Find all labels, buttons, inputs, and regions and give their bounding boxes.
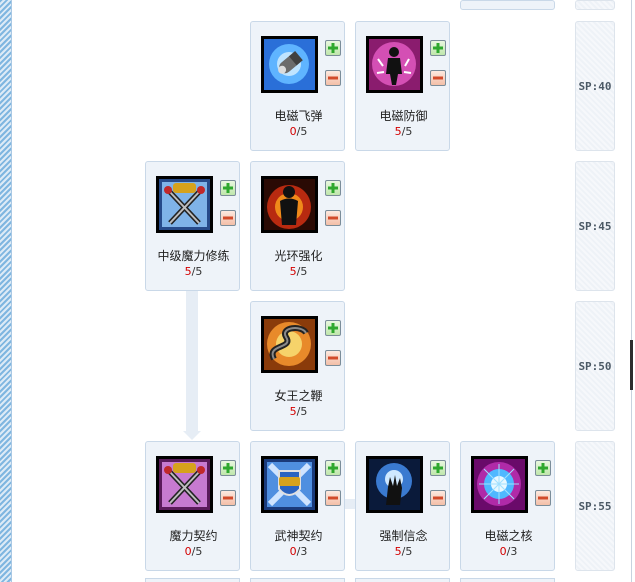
scroll-indicator <box>630 340 633 390</box>
remove-level-button[interactable] <box>325 70 341 86</box>
pow-crossed-staffs-icon[interactable] <box>156 176 213 233</box>
skill-card-partial <box>460 0 555 10</box>
skill-name: 强制信念 <box>379 529 428 543</box>
skill-level: 5/5 <box>289 405 308 418</box>
minus-icon <box>223 216 233 220</box>
add-level-button[interactable] <box>325 320 341 336</box>
add-level-button[interactable] <box>535 460 551 476</box>
remove-level-button[interactable] <box>325 350 341 366</box>
sp-requirement: SP:45 <box>575 161 615 291</box>
pow-shield-icon[interactable] <box>261 456 318 513</box>
aura-icon[interactable] <box>261 176 318 233</box>
minus-icon <box>328 496 338 500</box>
prerequisite-connector <box>186 291 198 434</box>
skill-card-partial <box>145 578 240 582</box>
remove-level-button[interactable] <box>325 210 341 226</box>
skill-level: 5/5 <box>394 125 413 138</box>
add-level-button[interactable] <box>430 40 446 56</box>
raised-hand-icon[interactable] <box>366 456 423 513</box>
skill-card-partial <box>355 578 450 582</box>
remove-level-button[interactable] <box>430 490 446 506</box>
plus-icon <box>223 183 233 193</box>
sp-label-partial <box>575 0 615 10</box>
pow-crossed-staffs-icon[interactable] <box>156 456 213 513</box>
sp-requirement: SP:50 <box>575 301 615 431</box>
add-level-button[interactable] <box>325 40 341 56</box>
skill-name: 女王之鞭 <box>274 389 323 403</box>
skill-name: 魔力契约 <box>169 529 218 543</box>
skill-level: 5/5 <box>184 265 203 278</box>
skill-name: 电磁之核 <box>484 529 533 543</box>
skill-level: 0/3 <box>289 545 308 558</box>
plus-icon <box>538 463 548 473</box>
skill-level: 5/5 <box>289 265 308 278</box>
add-level-button[interactable] <box>220 180 236 196</box>
skill-card-defense: 电磁防御 5/5 <box>355 21 450 151</box>
minus-icon <box>433 76 443 80</box>
skill-card-belief: 强制信念 5/5 <box>355 441 450 571</box>
skill-card-partial <box>250 578 345 582</box>
skill-level: 0/5 <box>184 545 203 558</box>
add-level-button[interactable] <box>430 460 446 476</box>
minus-icon <box>328 216 338 220</box>
minus-icon <box>538 496 548 500</box>
whip-icon[interactable] <box>261 316 318 373</box>
minus-icon <box>433 496 443 500</box>
plus-icon <box>328 463 338 473</box>
plus-icon <box>328 183 338 193</box>
prerequisite-connector-horizontal <box>345 499 355 509</box>
plus-icon <box>433 463 443 473</box>
skill-card-whip: 女王之鞭 5/5 <box>250 301 345 431</box>
remove-level-button[interactable] <box>430 70 446 86</box>
remove-level-button[interactable] <box>220 210 236 226</box>
plus-icon <box>328 43 338 53</box>
skill-card-core: 电磁之核 0/3 <box>460 441 555 571</box>
skill-card-missile: 电磁飞弹 0/5 <box>250 21 345 151</box>
prerequisite-arrow <box>183 431 201 440</box>
minus-icon <box>328 356 338 360</box>
add-level-button[interactable] <box>325 460 341 476</box>
skill-card-war-god: 武神契约 0/3 <box>250 441 345 571</box>
skill-name: 武神契约 <box>274 529 323 543</box>
add-level-button[interactable] <box>325 180 341 196</box>
plus-icon <box>223 463 233 473</box>
skill-card-magic-training: 中级魔力修练 5/5 <box>145 161 240 291</box>
remove-level-button[interactable] <box>535 490 551 506</box>
skill-card-magic-contract: 魔力契约 0/5 <box>145 441 240 571</box>
skill-level: 0/3 <box>499 545 518 558</box>
skill-name: 电磁飞弹 <box>274 109 323 123</box>
missile-icon[interactable] <box>261 36 318 93</box>
sp-requirement: SP:40 <box>575 21 615 151</box>
sp-requirement: SP:55 <box>575 441 615 571</box>
skill-card-partial <box>460 578 555 582</box>
skill-card-aura: 光环强化 5/5 <box>250 161 345 291</box>
skill-level: 0/5 <box>289 125 308 138</box>
skill-level: 5/5 <box>394 545 413 558</box>
skill-name: 电磁防御 <box>379 109 428 123</box>
plus-icon <box>433 43 443 53</box>
left-decorative-stripe <box>0 0 12 582</box>
minus-icon <box>223 496 233 500</box>
remove-level-button[interactable] <box>220 490 236 506</box>
right-border <box>631 0 632 582</box>
remove-level-button[interactable] <box>325 490 341 506</box>
skill-name: 光环强化 <box>274 249 323 263</box>
energy-core-icon[interactable] <box>471 456 528 513</box>
add-level-button[interactable] <box>220 460 236 476</box>
defense-icon[interactable] <box>366 36 423 93</box>
minus-icon <box>328 76 338 80</box>
skill-name: 中级魔力修练 <box>157 249 230 263</box>
plus-icon <box>328 323 338 333</box>
